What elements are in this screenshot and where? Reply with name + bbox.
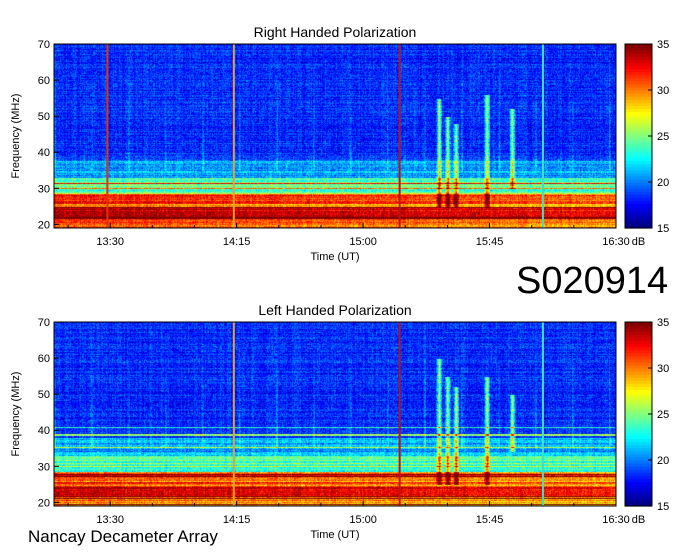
y-tick-label: 60 [38,75,50,87]
colorbar-tick-label: 15 [657,501,669,513]
y-tick-label: 50 [38,111,50,123]
x-tick-label: 16:30 [602,514,630,526]
x-tick-label: 15:45 [476,236,504,248]
y-tick-label: 50 [38,389,50,401]
colorbar-tick-label: 35 [657,39,669,51]
y-tick-label: 30 [38,183,50,195]
colorbar-tick-label: 30 [657,363,669,375]
colorbar-tick-label: 25 [657,131,669,143]
x-tick-label: 13:30 [96,514,124,526]
panel-left-polarization: Left Handed Polarization 20 30 40 50 60 70 Freq… [10,302,669,541]
panel-right-polarization: Right Handed Polarization 20 30 40 50 60 70 Fre… [10,24,669,263]
y-tick-label: 40 [38,147,50,159]
heatmap-image [54,44,616,228]
colorbar-tick-label: 15 [657,223,669,235]
colorbar-tick-label: 25 [657,409,669,421]
x-axis-label: Time (UT) [310,529,359,541]
y-axis-label: Frequency (MHz) [10,372,22,457]
colorbar-tick-label: 35 [657,317,669,329]
x-tick-label: 16:30 [602,236,630,248]
colorbar-label: dB [632,236,645,248]
y-tick-label: 20 [38,497,50,509]
y-tick-label: 30 [38,461,50,473]
x-tick-label: 14:15 [223,236,251,248]
colorbar-segment [625,44,652,48]
y-axis-label: Frequency (MHz) [10,94,22,179]
panel-title: Right Handed Polarization [254,24,417,40]
y-tick-label: 60 [38,353,50,365]
instrument-label: Nancay Decameter Array [28,527,218,546]
x-tick-label: 13:30 [96,236,124,248]
colorbar-tick-label: 30 [657,85,669,97]
colorbar-segment [625,322,652,326]
y-tick-label: 40 [38,425,50,437]
x-tick-label: 15:00 [349,236,377,248]
heatmap-image [54,322,616,506]
y-tick-label: 70 [38,317,50,329]
colorbar-label: dB [632,514,645,526]
y-tick-label: 20 [38,219,50,231]
colorbar-tick-label: 20 [657,177,669,189]
x-axis-label: Time (UT) [310,251,359,263]
panel-title: Left Handed Polarization [258,302,411,318]
x-tick-label: 15:00 [349,514,377,526]
colorbar-tick-label: 20 [657,455,669,467]
x-tick-label: 15:45 [476,514,504,526]
observation-id: S020914 [516,260,669,302]
x-tick-label: 14:15 [223,514,251,526]
y-tick-label: 70 [38,39,50,51]
